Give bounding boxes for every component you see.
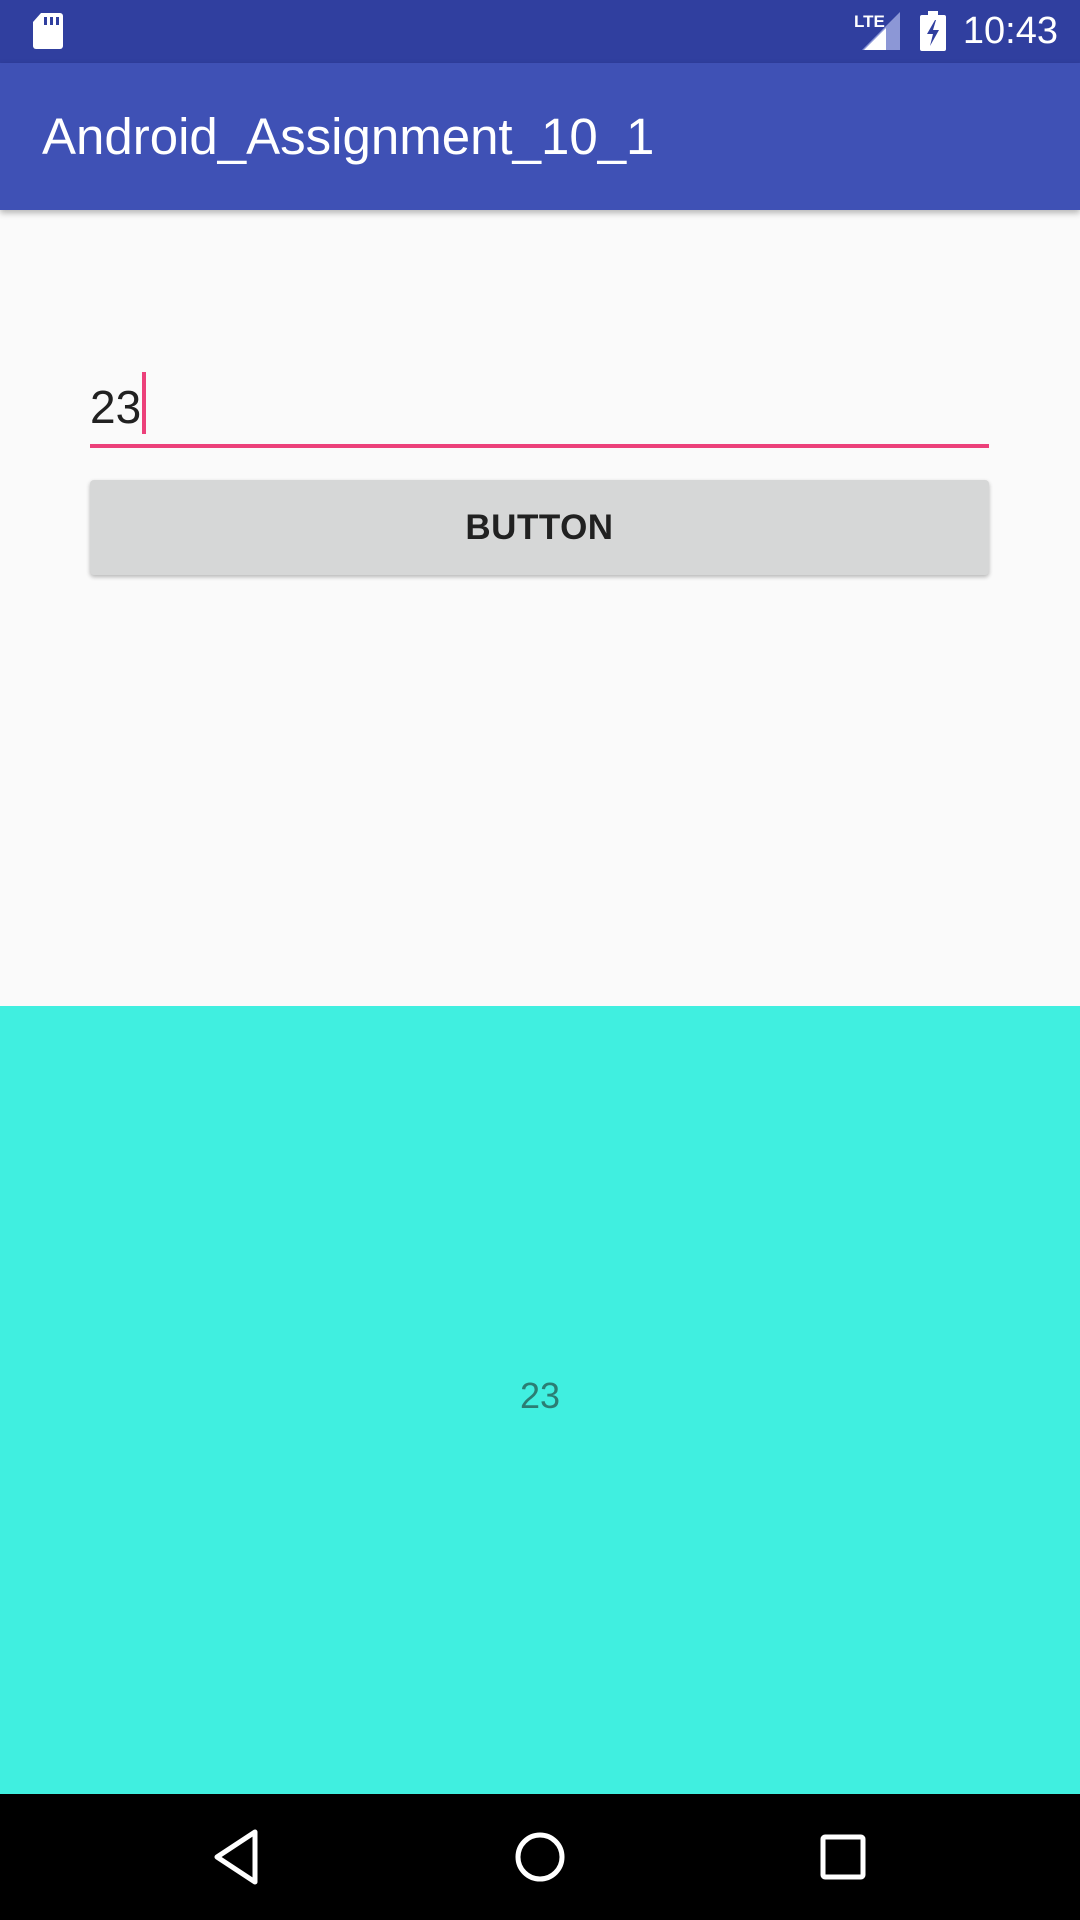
number-input[interactable]: 23 <box>90 366 989 448</box>
submit-button[interactable]: BUTTON <box>90 480 989 575</box>
status-clock: 10:43 <box>962 10 1058 52</box>
result-panel: 23 <box>0 1006 1080 1794</box>
status-bar: LTE 10:43 <box>0 0 1080 63</box>
input-underline <box>90 444 989 448</box>
text-cursor <box>142 372 146 434</box>
result-text: 23 <box>519 1375 561 1416</box>
home-icon[interactable] <box>505 1822 575 1892</box>
number-input-value[interactable]: 23 <box>90 380 141 434</box>
navigation-bar <box>0 1794 1080 1920</box>
network-type-label: LTE <box>854 12 885 31</box>
back-icon[interactable] <box>202 1822 272 1892</box>
battery-charging-icon <box>920 11 946 51</box>
recents-icon[interactable] <box>808 1822 878 1892</box>
app-title: Android_Assignment_10_1 <box>42 108 655 165</box>
app-bar: Android_Assignment_10_1 <box>0 63 1080 210</box>
sd-card-icon <box>33 13 63 49</box>
app-screen: LTE 10:43 Android_Assignment_10_1 23 BUT… <box>0 0 1080 1920</box>
